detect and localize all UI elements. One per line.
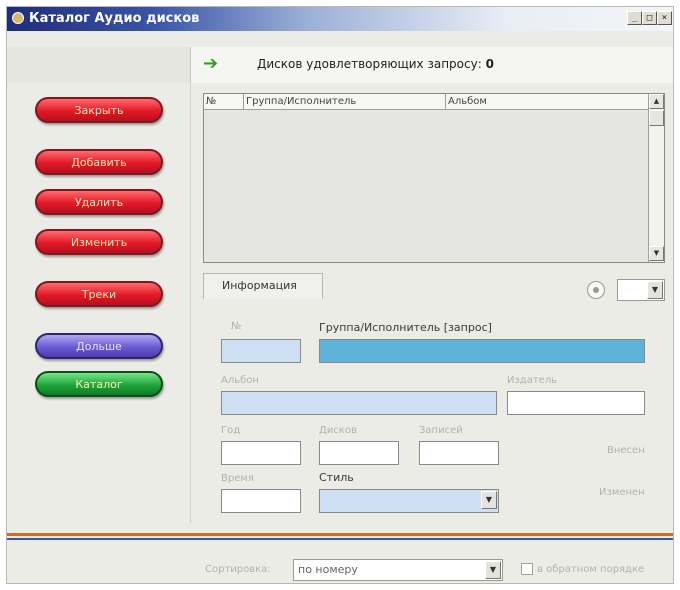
main-window: Каталог Аудио дисков _ □ × ➔ Дисков удов… (6, 6, 674, 584)
record-select[interactable]: ▼ (617, 279, 665, 301)
style-select[interactable]: ▼ (319, 489, 499, 513)
catalog-button[interactable]: Каталог (35, 371, 163, 397)
more-button[interactable]: Дольше (35, 333, 163, 359)
delete-button[interactable]: Удалить (35, 189, 163, 215)
group-label: Группа/Исполнитель [запрос] (319, 321, 492, 334)
chevron-down-icon[interactable]: ▼ (647, 281, 663, 299)
tab-information[interactable]: Информация (203, 273, 323, 299)
time-label: Время (221, 473, 254, 484)
minimize-button[interactable]: _ (627, 11, 642, 25)
year-field[interactable] (221, 441, 301, 465)
style-label: Стиль (319, 471, 354, 484)
reverse-order-label: в обратном порядке (537, 564, 645, 575)
changed-label: Изменен (599, 487, 645, 498)
scroll-thumb[interactable] (649, 110, 664, 126)
sort-label: Сортировка: (205, 564, 271, 575)
year-label: Год (221, 425, 241, 436)
results-count-value: 0 (485, 57, 494, 71)
window-title: Каталог Аудио дисков (29, 11, 200, 26)
column-album[interactable]: Альбом (446, 94, 649, 109)
number-field[interactable] (221, 339, 301, 363)
scroll-up-button[interactable]: ▲ (649, 94, 664, 109)
tracks-button[interactable]: Треки (35, 281, 163, 307)
status-strip-left (7, 47, 191, 83)
sort-value: по номеру (298, 563, 358, 576)
records-field[interactable] (419, 441, 499, 465)
close-button[interactable]: Закрыть (35, 97, 163, 123)
discs-table[interactable]: № Группа/Исполнитель Альбом ▲ ▼ (203, 93, 665, 263)
results-count-label: Дисков удовлетворяющих запросу: (257, 57, 482, 71)
discs-field[interactable] (319, 441, 399, 465)
close-window-button[interactable]: × (657, 11, 672, 25)
scroll-down-button[interactable]: ▼ (649, 246, 664, 261)
disc-icon (12, 12, 24, 24)
chevron-down-icon[interactable]: ▼ (485, 561, 501, 579)
number-label: № (231, 321, 242, 332)
divider-orange (7, 533, 673, 536)
publisher-label: Издатель (507, 375, 558, 386)
album-field[interactable] (221, 391, 497, 415)
discs-label: Дисков (319, 425, 357, 436)
maximize-button[interactable]: □ (642, 11, 657, 25)
add-button[interactable]: Добавить (35, 149, 163, 175)
table-header: № Группа/Исполнитель Альбом (204, 94, 649, 110)
time-field[interactable] (221, 489, 301, 513)
reverse-order-checkbox[interactable] (521, 563, 533, 575)
results-count: Дисков удовлетворяющих запросу: 0 (257, 57, 494, 71)
table-scrollbar[interactable]: ▲ ▼ (648, 94, 664, 262)
title-bar: Каталог Аудио дисков _ □ × (7, 7, 673, 31)
column-number[interactable]: № (204, 94, 244, 109)
column-group[interactable]: Группа/Исполнитель (244, 94, 446, 109)
radio-icon[interactable] (587, 281, 605, 299)
group-field[interactable] (319, 339, 645, 363)
green-arrow-right-icon[interactable]: ➔ (203, 53, 218, 74)
divider-blue (7, 538, 673, 540)
edit-button[interactable]: Изменить (35, 229, 163, 255)
entered-label: Внесен (607, 445, 645, 456)
album-label: Альбон (221, 375, 259, 386)
sort-select[interactable]: по номеру ▼ (293, 559, 503, 581)
chevron-down-icon[interactable]: ▼ (481, 491, 497, 509)
publisher-field[interactable] (507, 391, 645, 415)
records-label: Записей (419, 425, 463, 436)
